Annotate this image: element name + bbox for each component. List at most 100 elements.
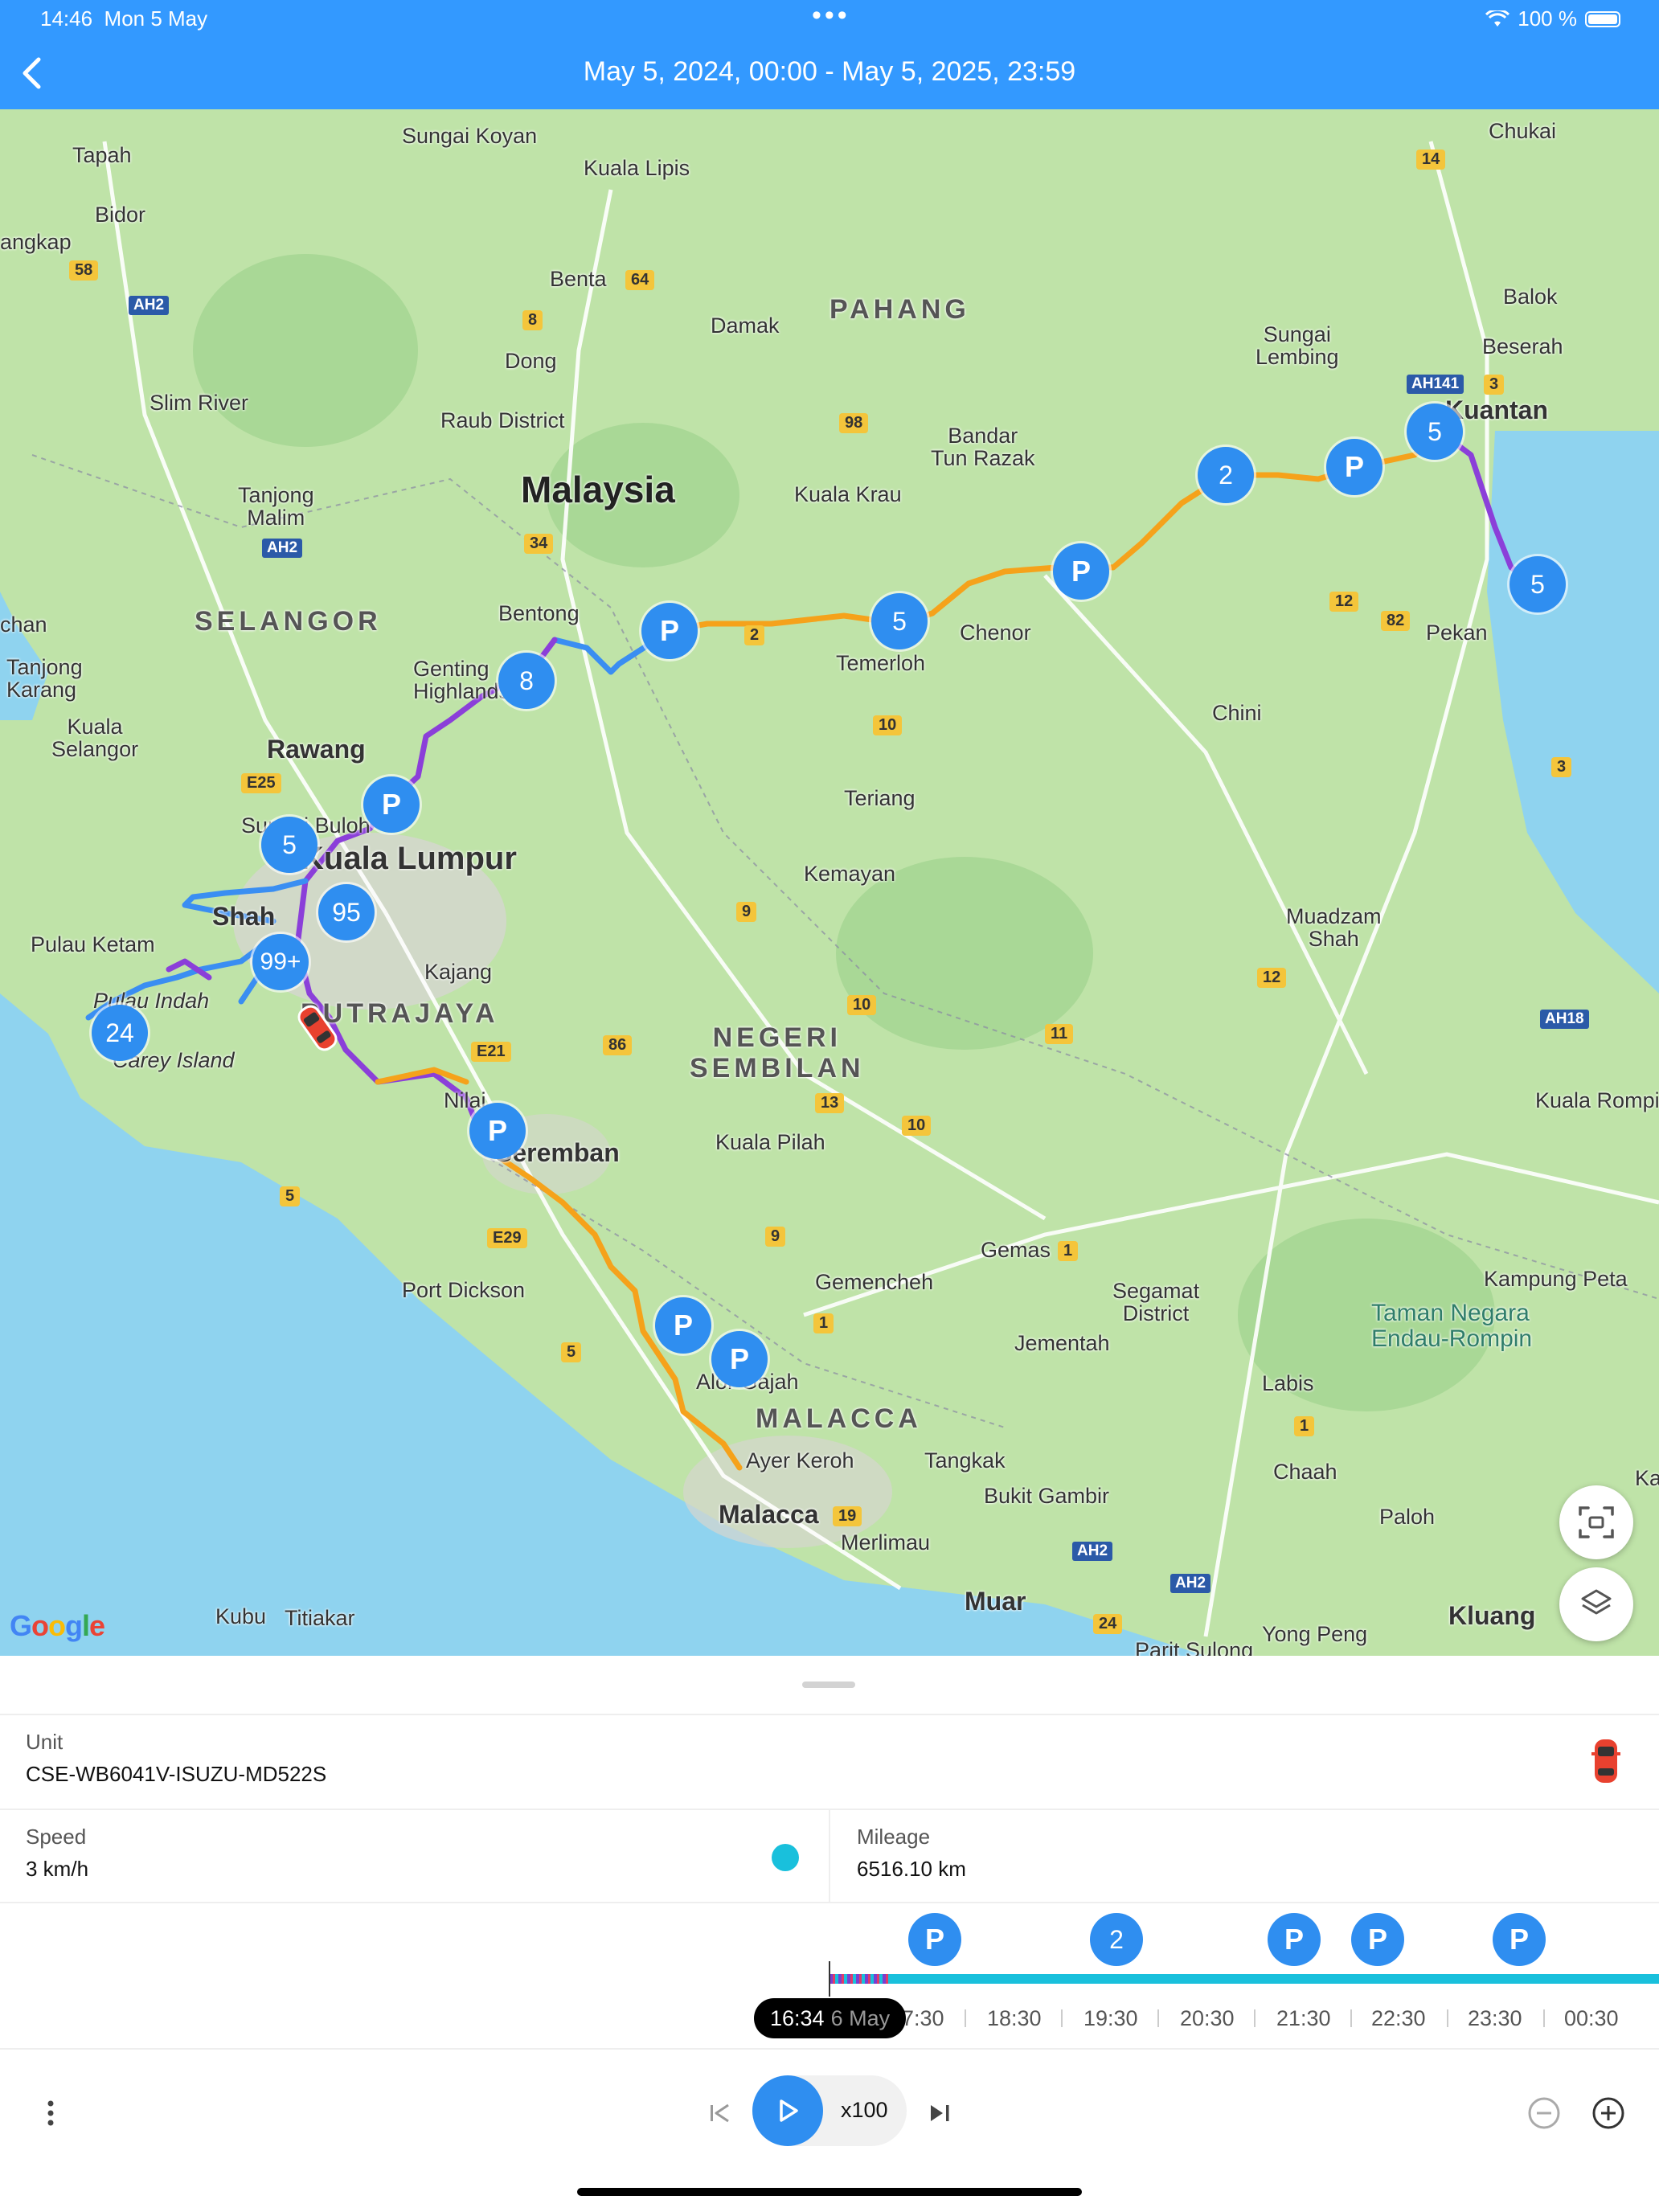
timeline-parking-marker[interactable]: P: [908, 1913, 961, 1966]
road-shield: 34: [524, 534, 554, 554]
tick-separator: [1061, 2009, 1063, 2027]
place-label: Muadzam Shah: [1286, 904, 1382, 951]
place-label: Paloh: [1379, 1505, 1436, 1529]
road-shield: 12: [1257, 968, 1287, 988]
country-label: Malaysia: [521, 469, 675, 510]
status-right: 100 %: [1485, 6, 1620, 31]
parking-marker[interactable]: P: [363, 776, 420, 833]
skip-forward-icon: [931, 2105, 949, 2121]
sheet-grabber[interactable]: [802, 1682, 855, 1688]
cluster-marker[interactable]: 5: [1407, 403, 1463, 460]
place-label: Balok: [1503, 285, 1558, 309]
road-shield: E29: [487, 1228, 527, 1248]
cluster-marker[interactable]: 5: [261, 817, 317, 873]
divider: [0, 1902, 1659, 1903]
place-label: Port Dickson: [402, 1278, 526, 1302]
road-shield: 10: [873, 715, 903, 735]
divider: [0, 1714, 1659, 1715]
timeline-parking-marker[interactable]: P: [1351, 1913, 1404, 1966]
road-shield: 13: [815, 1093, 845, 1113]
cluster-marker[interactable]: 8: [498, 653, 555, 709]
state-label-pahang: PAHANG: [830, 294, 970, 325]
place-label: Ka: [1635, 1466, 1659, 1490]
place-label: Benta: [550, 267, 607, 291]
parking-marker[interactable]: P: [711, 1331, 768, 1387]
status-time: 14:46 Mon 5 May: [40, 6, 208, 31]
timeline-playhead[interactable]: [829, 1961, 830, 1997]
place-label: Beserah: [1482, 334, 1563, 358]
page-title: May 5, 2024, 00:00 - May 5, 2025, 23:59: [583, 56, 1076, 87]
minus-circle-icon: [1528, 2097, 1560, 2129]
skip-back-button[interactable]: [701, 2095, 738, 2132]
place-label: chan: [0, 612, 47, 637]
place-label: Yong Peng: [1262, 1622, 1368, 1646]
state-label-malacca: MALACCA: [756, 1403, 922, 1434]
road-shield: 3: [1551, 757, 1572, 777]
cluster-marker[interactable]: 24: [92, 1005, 148, 1061]
cluster-marker[interactable]: 5: [1509, 556, 1566, 612]
home-indicator[interactable]: [577, 2188, 1082, 2196]
timeline-parking-marker[interactable]: P: [1493, 1913, 1546, 1966]
place-label: Tanjong Karang: [6, 655, 83, 702]
place-label: Chaah: [1273, 1460, 1337, 1484]
play-button[interactable]: [752, 2075, 823, 2146]
place-label: Genting Highlands: [413, 657, 510, 703]
tick-separator: [1447, 2009, 1448, 2027]
place-label: Slim River: [150, 391, 249, 415]
timeline-tick: 19:30: [1083, 2006, 1138, 2030]
cluster-marker[interactable]: 99+: [252, 934, 309, 990]
place-label: Sungai Koyan: [402, 124, 538, 148]
road-shield: 10: [902, 1116, 932, 1136]
speed-value: 3 km/h: [26, 1857, 89, 1881]
place-label: Jementah: [1014, 1331, 1110, 1355]
place-label: Kuala Rompin: [1535, 1088, 1659, 1112]
fit-bounds-button[interactable]: [1559, 1485, 1633, 1559]
place-label: Bandar Tun Razak: [931, 424, 1035, 470]
road-shield: 14: [1416, 150, 1446, 170]
place-label: Chini: [1212, 701, 1262, 725]
road-shield: AH141: [1407, 375, 1464, 394]
layers-icon: [1581, 1589, 1612, 1615]
place-label: Kampung Peta: [1484, 1267, 1628, 1291]
timeline-cluster-marker[interactable]: 2: [1090, 1913, 1143, 1966]
parking-marker[interactable]: P: [641, 603, 698, 659]
place-label: Bentong: [498, 601, 580, 625]
timeline-tick: 7:30: [902, 2006, 944, 2030]
place-label: Chukai: [1489, 119, 1557, 143]
zoom-in-button[interactable]: [1588, 2093, 1628, 2133]
parking-marker[interactable]: P: [1326, 439, 1382, 495]
place-label: Titiakar: [285, 1606, 355, 1630]
focus-frame-icon: [1579, 1506, 1614, 1538]
vehicle-icon[interactable]: [289, 1000, 346, 1056]
cluster-marker[interactable]: 5: [871, 593, 928, 649]
car-icon: [1591, 1739, 1620, 1783]
multitasking-dots[interactable]: •••: [812, 0, 850, 31]
more-options-button[interactable]: [32, 2095, 69, 2132]
road-shield: 9: [736, 902, 757, 922]
road-shield: 1: [1058, 1241, 1079, 1261]
parking-marker[interactable]: P: [469, 1103, 526, 1159]
layers-button[interactable]: [1559, 1567, 1633, 1641]
playback-speed-button[interactable]: x100: [841, 2098, 888, 2123]
zoom-out-button[interactable]: [1524, 2093, 1564, 2133]
timeline-tick: 23:30: [1468, 2006, 1522, 2030]
timeline-track[interactable]: [830, 1974, 1659, 1984]
timeline-parking-marker[interactable]: P: [1268, 1913, 1321, 1966]
road-shield: 9: [765, 1227, 786, 1247]
timeline-tick: 00:30: [1564, 2006, 1619, 2030]
place-label: Dong: [505, 349, 557, 373]
parking-marker[interactable]: P: [655, 1297, 711, 1354]
place-label: Pulau Ketam: [31, 932, 155, 956]
place-label: Kajang: [424, 960, 493, 984]
place-label: Labis: [1262, 1371, 1314, 1395]
more-vertical-icon: [47, 2100, 54, 2126]
skip-forward-button[interactable]: [921, 2095, 958, 2132]
parking-marker[interactable]: P: [1053, 543, 1109, 600]
place-label: Malacca: [719, 1500, 819, 1529]
cluster-marker[interactable]: 95: [318, 884, 375, 940]
place-label: Raub District: [440, 408, 565, 432]
play-icon: [780, 2099, 798, 2122]
cluster-marker[interactable]: 2: [1198, 447, 1254, 503]
timeline-tick: 22:30: [1371, 2006, 1426, 2030]
map-view[interactable]: Malaysia PAHANG SELANGOR PUTRAJAYA NEGER…: [0, 109, 1659, 1656]
